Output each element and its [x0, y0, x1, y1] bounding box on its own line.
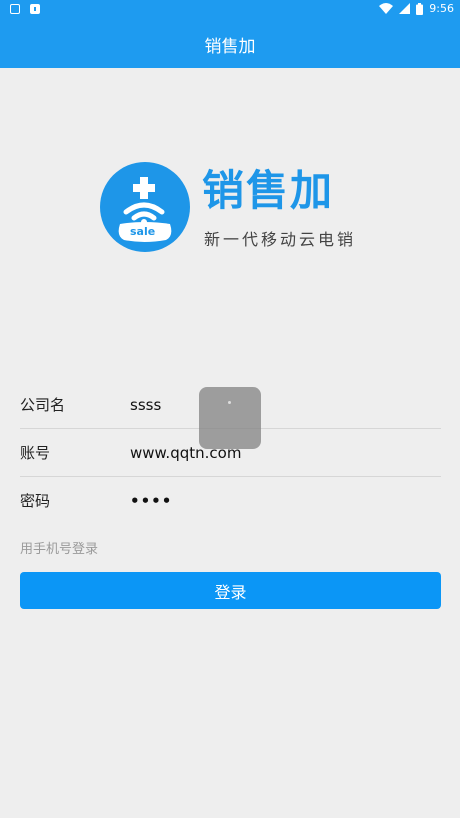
wifi-icon — [379, 3, 394, 14]
password-input[interactable]: •••• — [130, 492, 172, 510]
password-label: 密码 — [20, 492, 51, 510]
account-label: 账号 — [20, 444, 51, 462]
password-row: 密码 •••• — [20, 477, 441, 524]
app-bar: 销售加 — [0, 20, 460, 68]
logo-circle: sale — [100, 162, 190, 252]
status-bar: 9:56 — [0, 0, 460, 20]
overlay-dot — [228, 401, 231, 404]
battery-icon — [416, 2, 424, 15]
logo-badge-text: sale — [130, 225, 156, 238]
status-time: 9:56 — [429, 2, 454, 15]
company-label: 公司名 — [20, 396, 66, 414]
phone-login-link[interactable]: 用手机号登录 — [20, 538, 98, 557]
phone-plus-icon — [118, 177, 172, 242]
page-title: 销售加 — [204, 36, 256, 57]
app-icon — [30, 4, 40, 14]
app-logo: sale 销售加 新一代移动云电销 — [100, 160, 370, 252]
company-input[interactable]: ssss — [130, 396, 161, 414]
touch-overlay — [199, 387, 261, 449]
brand-name: 销售加 — [202, 166, 335, 215]
login-button[interactable]: 登录 — [20, 572, 441, 609]
notification-icon — [10, 4, 20, 14]
brand-slogan: 新一代移动云电销 — [204, 230, 357, 249]
signal-icon — [399, 3, 411, 14]
